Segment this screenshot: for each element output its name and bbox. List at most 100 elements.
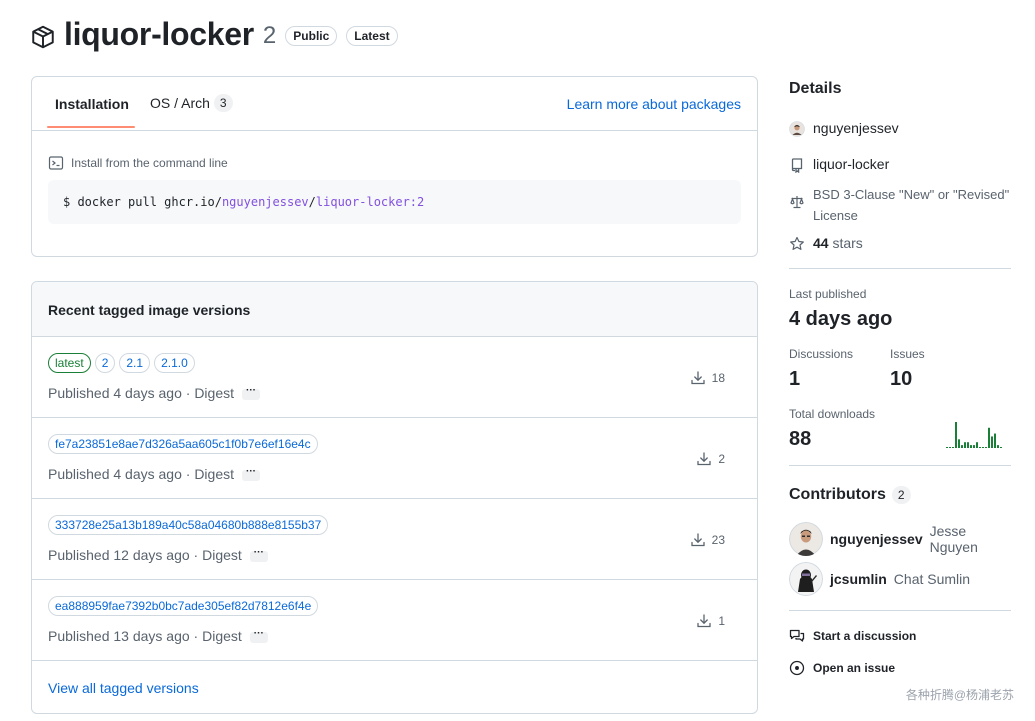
learn-more-link[interactable]: Learn more about packages [567, 96, 741, 112]
sparkline-bar [970, 445, 972, 448]
version-tag[interactable]: 2.1 [119, 353, 151, 373]
download-count-value: 23 [711, 533, 725, 547]
sparkline-bar [967, 442, 969, 448]
install-label-text: Install from the command line [71, 156, 228, 170]
owner-name: nguyenjessev [813, 120, 899, 136]
star-icon [790, 236, 804, 250]
install-tabs: Installation OS / Arch 3 Learn more abou… [32, 77, 757, 131]
terminal-icon [48, 156, 64, 170]
details-heading: Details [789, 80, 842, 97]
download-count-value: 2 [718, 452, 725, 466]
stars-row[interactable]: 44 stars [789, 235, 1011, 252]
command-box[interactable]: $ docker pull ghcr.io/nguyenjessev/liquo… [48, 180, 741, 224]
sparkline-bar [994, 433, 996, 448]
downloads-sparkline [946, 422, 1002, 448]
published-text: Published 13 days ago · Digest [48, 628, 242, 644]
version-row: latest 2 2.1 2.1.0 Published 4 days ago · Di… [32, 337, 757, 418]
version-tags: fe7a23851e8ae7d326a5aa605c1f0b7e6ef16e4c [48, 434, 318, 454]
contributor-row[interactable]: jcsumlin Chat Sumlin [789, 562, 970, 596]
license-row[interactable]: BSD 3-Clause "New" or "Revised" License [789, 184, 1011, 226]
repo-icon [791, 158, 803, 173]
divider [789, 610, 1011, 611]
digest-expand-button[interactable]: ··· [242, 386, 260, 400]
version-row: 333728e25a13b189a40c58a04680b888e8155b37… [32, 499, 757, 580]
version-tag[interactable]: ea888959fae7392b0bc7ade305ef82d7812e6f4e [48, 596, 319, 616]
open-issue-link[interactable]: Open an issue [789, 660, 895, 676]
divider [789, 268, 1011, 269]
sparkline-bar [997, 445, 999, 448]
version-tags: latest 2 2.1 2.1.0 [48, 353, 195, 373]
sparkline-bar [979, 447, 981, 448]
contributor-avatar[interactable] [789, 522, 823, 556]
version-tag[interactable]: latest [48, 353, 91, 373]
sparkline-bar [988, 427, 990, 448]
download-count-value: 1 [718, 614, 725, 628]
active-tab-underline [47, 126, 135, 128]
last-published-label: Last published [789, 287, 867, 301]
issues-label: Issues [890, 347, 925, 361]
download-count: 18 [690, 370, 725, 386]
contributor-login[interactable]: jcsumlin [830, 571, 887, 587]
divider [789, 465, 1011, 466]
contributors-heading: Contributors 2 [789, 486, 911, 504]
contributor-avatar[interactable] [789, 562, 823, 596]
view-all-versions-link[interactable]: View all tagged versions [48, 680, 199, 696]
sparkline-bar [958, 439, 960, 448]
command-image: liquor-locker:2 [315, 195, 425, 209]
published-text: Published 4 days ago · Digest [48, 385, 234, 401]
stars-count: 44 [813, 235, 829, 251]
version-meta: Published 4 days ago · Digest ··· [48, 466, 260, 482]
sparkline-bar [973, 445, 975, 448]
latest-badge: Latest [346, 26, 398, 46]
published-text: Published 4 days ago · Digest [48, 466, 234, 482]
stars-label: stars [832, 235, 863, 251]
last-published-value: 4 days ago [789, 308, 893, 330]
version-row: fe7a23851e8ae7d326a5aa605c1f0b7e6ef16e4c… [32, 418, 757, 499]
contributors-title: Contributors [789, 486, 886, 503]
version-row: ea888959fae7392b0bc7ade305ef82d7812e6f4e… [32, 580, 757, 661]
digest-expand-button[interactable]: ··· [249, 548, 268, 562]
total-downloads-value: 88 [789, 428, 812, 450]
public-badge: Public [285, 26, 338, 46]
command-prefix: $ docker pull ghcr.io/ [63, 195, 222, 209]
issue-opened-icon [789, 660, 805, 676]
download-icon [690, 533, 705, 547]
contributor-login[interactable]: nguyenjessev [830, 531, 923, 547]
version-tag[interactable]: 2 [94, 353, 116, 373]
package-icon [32, 25, 54, 49]
digest-expand-button[interactable]: ··· [242, 467, 260, 481]
start-discussion-link[interactable]: Start a discussion [789, 628, 916, 644]
published-text: Published 12 days ago · Digest [48, 547, 242, 563]
owner-row[interactable]: nguyenjessev [789, 120, 1011, 137]
tab-os-arch[interactable]: OS / Arch 3 [150, 94, 233, 112]
download-count-value: 18 [711, 371, 725, 385]
download-icon [690, 371, 705, 385]
repo-name: liquor-locker [813, 156, 890, 172]
tab-installation[interactable]: Installation [55, 96, 129, 112]
version-tag[interactable]: 333728e25a13b189a40c58a04680b888e8155b37 [48, 515, 329, 535]
tab-os-arch-counter: 3 [213, 94, 233, 112]
contributor-fullname: Jesse Nguyen [929, 523, 978, 555]
version-tag[interactable]: 2.1.0 [154, 353, 195, 373]
version-meta: Published 12 days ago · Digest ··· [48, 547, 268, 563]
contributor-row[interactable]: nguyenjessev Jesse Nguyen [789, 522, 1011, 556]
download-icon [697, 614, 711, 628]
sparkline-bar [991, 436, 993, 448]
open-issue-label: Open an issue [813, 661, 896, 675]
version-count: 2 [262, 22, 277, 49]
license-text: BSD 3-Clause "New" or "Revised" License [813, 187, 1010, 223]
start-discussion-label: Start a discussion [813, 629, 917, 643]
sparkline-bar [1000, 447, 1002, 448]
version-tag[interactable]: fe7a23851e8ae7d326a5aa605c1f0b7e6ef16e4c [48, 434, 318, 454]
package-header: liquor-locker 2 Public Latest [30, 14, 398, 54]
repo-row[interactable]: liquor-locker [789, 156, 1011, 173]
sparkline-bar [949, 447, 951, 448]
command-sep: / [308, 195, 316, 209]
versions-title: Recent tagged image versions [32, 282, 757, 337]
sparkline-bar [964, 442, 966, 448]
discussions-value: 1 [789, 368, 801, 390]
version-meta: Published 4 days ago · Digest ··· [48, 385, 260, 401]
version-list: latest 2 2.1 2.1.0 Published 4 days ago · Di… [32, 337, 757, 661]
download-count: 2 [696, 451, 725, 467]
digest-expand-button[interactable]: ··· [249, 629, 268, 643]
